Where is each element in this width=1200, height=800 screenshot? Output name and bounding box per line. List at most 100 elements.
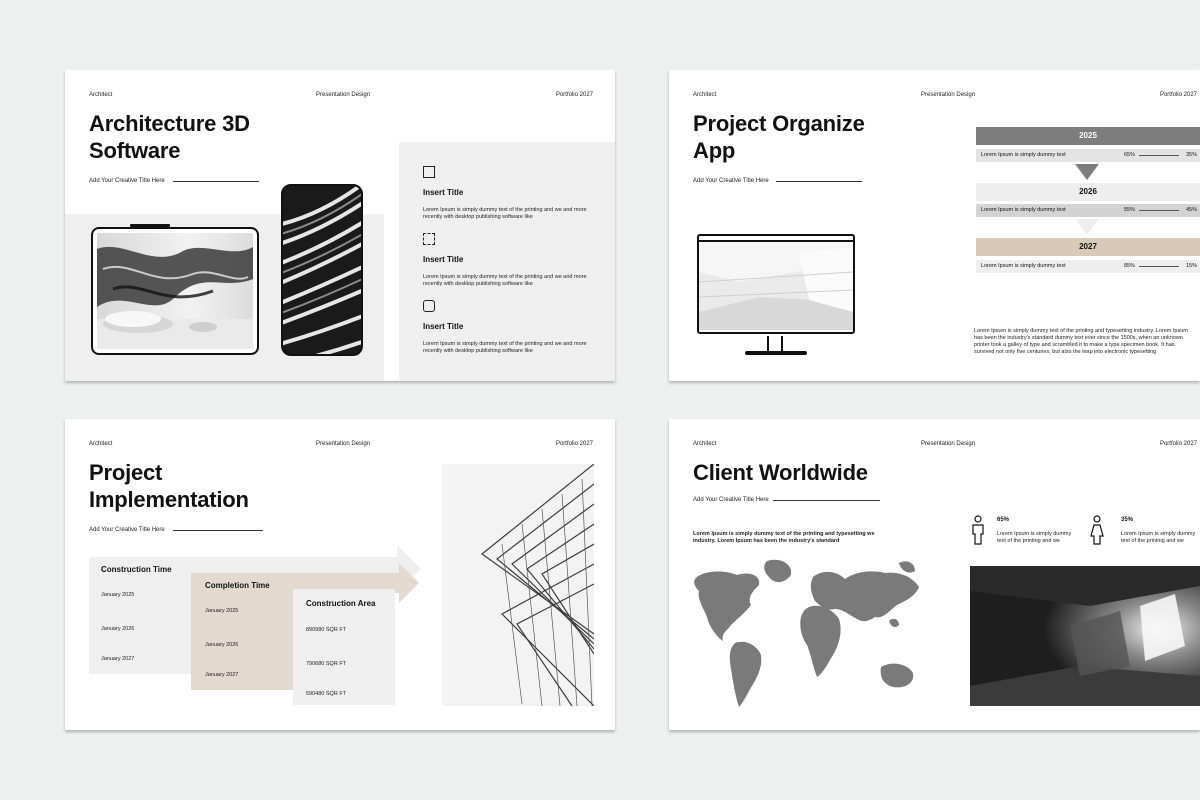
item-3-text-line-1: Lorem Ipsum is simply dummy text of the … [423,341,587,347]
description-paragraph: Lorem Ipsum is simply dummy text of the … [974,328,1200,356]
item-3-title: Insert Title [423,322,464,331]
row-text: Lorem Ipsum is simply dummy text [981,263,1066,269]
monitor-mockup [697,234,855,334]
header-right: Portfolio 2027 [1159,441,1197,447]
monitor-base [745,351,807,355]
timeline-row-2026: Lorem Ipsum is simply dummy text 55% 45% [976,204,1200,217]
world-map [694,559,919,707]
column-title: Construction Area [306,599,376,608]
slide-project-organize: Architect Presentation Design Portfolio … [669,70,1200,381]
title-line-2: App [693,138,736,163]
marble-interior-image [97,233,253,349]
header-mid: Presentation Design [316,441,371,447]
timeline-row-2027: Lorem Ipsum is simply dummy text 85% 15% [976,260,1200,273]
header-left: Architect [693,92,717,98]
slide-title: Client Worldwide [693,460,868,485]
completion-time-column: Completion Time January 2025 January 202… [191,574,293,690]
female-person-icon [1090,515,1104,545]
header-mid: Presentation Design [921,441,976,447]
male-percent: 65% [997,517,1010,523]
date-row: January 2027 [101,656,135,662]
date-row: January 2027 [205,672,239,678]
area-row: 590480 SQR FT [306,691,347,697]
row-bar [1139,155,1179,156]
construction-area-column: Construction Area 890980 SQR FT 790680 S… [293,589,395,705]
curved-facade-image [283,186,361,354]
paragraph-line-1: Lorem Ipsum is simply dummy text of the … [974,328,1188,334]
area-row: 890980 SQR FT [306,627,347,633]
subtitle: Add Your Creative Title Here [89,178,165,184]
lead-text-line-1: Lorem Ipsum is simply dummy text of the … [693,531,875,537]
item-3-text-line-2: recently with desktop publishing softwar… [423,348,533,354]
paragraph-line-4: survived not only five centuries, but al… [974,349,1157,355]
concrete-interior-image [970,566,1200,706]
column-title: Completion Time [205,581,270,590]
year-2027-header: 2027 [976,238,1200,256]
header-mid: Presentation Design [316,92,371,98]
item-2-text: Lorem Ipsum is simply dummy text of the … [423,274,587,288]
paragraph-line-2: has been the industry's standard dummy t… [974,335,1183,341]
subtitle: Add Your Creative Title Here [693,497,769,503]
title-line-2: Implementation [89,487,249,512]
subtitle-underline [773,500,880,501]
item-3-text: Lorem Ipsum is simply dummy text of the … [423,341,587,355]
glass-building-image [442,464,594,706]
female-stat-text-line-2: text of the printing and we [1121,538,1184,544]
pattern-icon [423,233,435,245]
title-line-2: Software [89,138,181,163]
tablet-mockup [91,227,259,355]
arrow-down-icon [1075,164,1099,180]
header-right: Portfolio 2027 [1159,92,1197,98]
header-left: Architect [89,92,113,98]
lead-text: Lorem Ipsum is simply dummy text of the … [693,531,875,545]
header-left: Architect [693,441,717,447]
subtitle-underline [173,530,263,531]
row-percent-a: 55% [1124,207,1136,213]
title-line-1: Architecture 3D [89,111,250,136]
male-person-icon [972,515,984,545]
male-stat-text-line-1: Lorem Ipsum is simply dummy [997,531,1072,537]
row-percent-b: 15% [1185,263,1197,269]
item-2-text-line-2: recently with desktop publishing softwar… [423,281,533,287]
monitor-stand [767,336,783,352]
male-stat-text: Lorem Ipsum is simply dummy text of the … [997,531,1071,545]
year-2025-header: 2025 [976,127,1200,145]
row-text: Lorem Ipsum is simply dummy text [981,207,1066,213]
subtitle-underline [776,181,862,182]
lead-text-line-2: industry. Lorem Ipsum has been the indus… [693,538,840,544]
female-stat-text-line-1: Lorem Ipsum is simply dummy [1121,531,1196,537]
item-1-title: Insert Title [423,188,464,197]
item-1-text-line-2: recently with desktop publishing softwar… [423,214,533,220]
header-mid: Presentation Design [921,92,976,98]
female-percent: 35% [1121,517,1134,523]
row-percent-a: 65% [1124,152,1136,158]
female-stat-text: Lorem Ipsum is simply dummy text of the … [1121,531,1195,545]
column-title: Construction Time [101,565,172,574]
subtitle: Add Your Creative Title Here [89,527,165,533]
paragraph-line-3: printer took a galley of type and scramb… [974,342,1175,348]
row-percent-a: 85% [1124,263,1136,269]
subtitle-underline [173,181,259,182]
stylus [130,224,170,227]
phone-mockup [281,184,363,356]
male-stat-text-line-2: text of the printing and we [997,538,1060,544]
header-right: Portfolio 2027 [555,441,593,447]
area-row: 790680 SQR FT [306,661,347,667]
construction-time-column: Construction Time January 2025 January 2… [89,557,191,674]
date-row: January 2025 [205,608,239,614]
title-line-1: Project [89,460,163,485]
slide-project-implementation: Architect Presentation Design Portfolio … [65,419,615,730]
row-bar [1139,266,1179,267]
row-percent-b: 35% [1185,152,1197,158]
slide-architecture-software: Architect Presentation Design Portfolio … [65,70,615,381]
monitor-icon [423,166,435,178]
date-row: January 2026 [205,642,239,648]
slide-title: Architecture 3D Software [89,110,250,164]
slide-client-worldwide: Architect Presentation Design Portfolio … [669,419,1200,730]
slide-title: Project Implementation [89,459,249,513]
item-1-text: Lorem Ipsum is simply dummy text of the … [423,207,587,221]
device-icon [423,300,435,312]
date-row: January 2025 [101,592,135,598]
item-1-text-line-1: Lorem Ipsum is simply dummy text of the … [423,207,587,213]
timeline-row-2025: Lorem Ipsum is simply dummy text 65% 35% [976,149,1200,162]
